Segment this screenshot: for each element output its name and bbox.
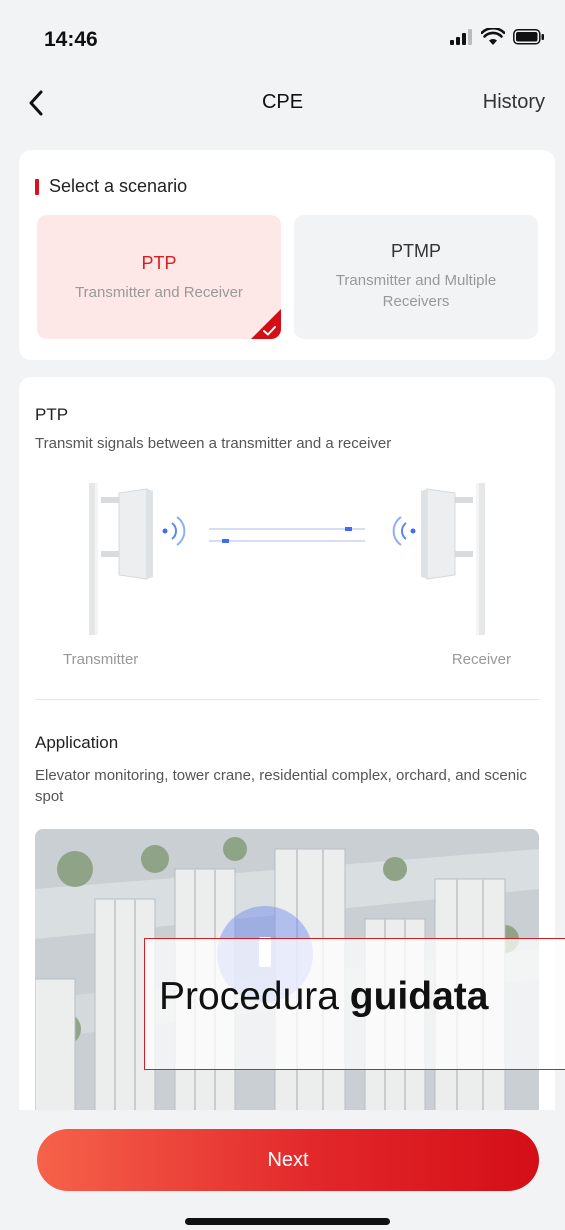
receiver-label: Receiver — [451, 651, 511, 668]
scenario-option-ptmp[interactable]: PTMP Transmitter and Multiple Receivers — [294, 215, 538, 339]
signal-icon — [450, 29, 472, 45]
divider — [35, 699, 539, 700]
next-button[interactable]: Next — [37, 1129, 539, 1191]
option-name: PTMP — [390, 241, 441, 261]
option-description: Transmitter and Multiple Receivers — [335, 272, 497, 310]
detail-title: PTP — [35, 405, 69, 424]
application-title: Application — [35, 733, 119, 752]
option-name: PTP — [141, 253, 177, 273]
detail-description: Transmit signals between a transmitter a… — [35, 435, 392, 452]
home-indicator — [185, 1218, 390, 1225]
signal-wave-icon — [162, 516, 186, 546]
scenario-card: Select a scenario PTP Transmitter and Re… — [19, 150, 555, 360]
scenario-option-ptp[interactable]: PTP Transmitter and Receiver — [37, 215, 281, 339]
status-icons — [449, 28, 545, 46]
transmitter-label: Transmitter — [63, 651, 139, 668]
signal-wave-icon — [392, 516, 416, 546]
option-description: Transmitter and Receiver — [75, 284, 243, 301]
section-title: Select a scenario — [49, 176, 188, 196]
overlay-text-bold: guidata — [349, 975, 489, 1018]
overlay-text-regular: Procedura — [159, 975, 350, 1018]
page-title: CPE — [261, 91, 304, 113]
scenario-detail-card: PTP Transmit signals between a transmitt… — [19, 377, 555, 1230]
history-button[interactable]: History — [483, 91, 545, 114]
caption-overlay: Procedura guidata — [144, 938, 565, 1070]
status-time: 14:46 — [44, 28, 98, 51]
link-lines — [209, 527, 365, 543]
status-bar: 14:46 — [0, 0, 565, 70]
nav-bar: CPE History — [0, 75, 565, 131]
section-header: Select a scenario — [35, 176, 187, 197]
section-marker — [35, 178, 39, 195]
overlay-caption: Procedura guidata — [159, 975, 488, 1019]
ptp-diagram — [89, 483, 485, 635]
receiver-device-icon — [421, 483, 485, 635]
bottom-bar: Next — [0, 1110, 565, 1230]
battery-icon — [513, 29, 544, 45]
selected-check-icon — [251, 309, 281, 339]
transmitter-device-icon — [89, 483, 153, 635]
wifi-icon — [481, 28, 505, 45]
application-description: Elevator monitoring, tower crane, reside… — [35, 767, 527, 805]
